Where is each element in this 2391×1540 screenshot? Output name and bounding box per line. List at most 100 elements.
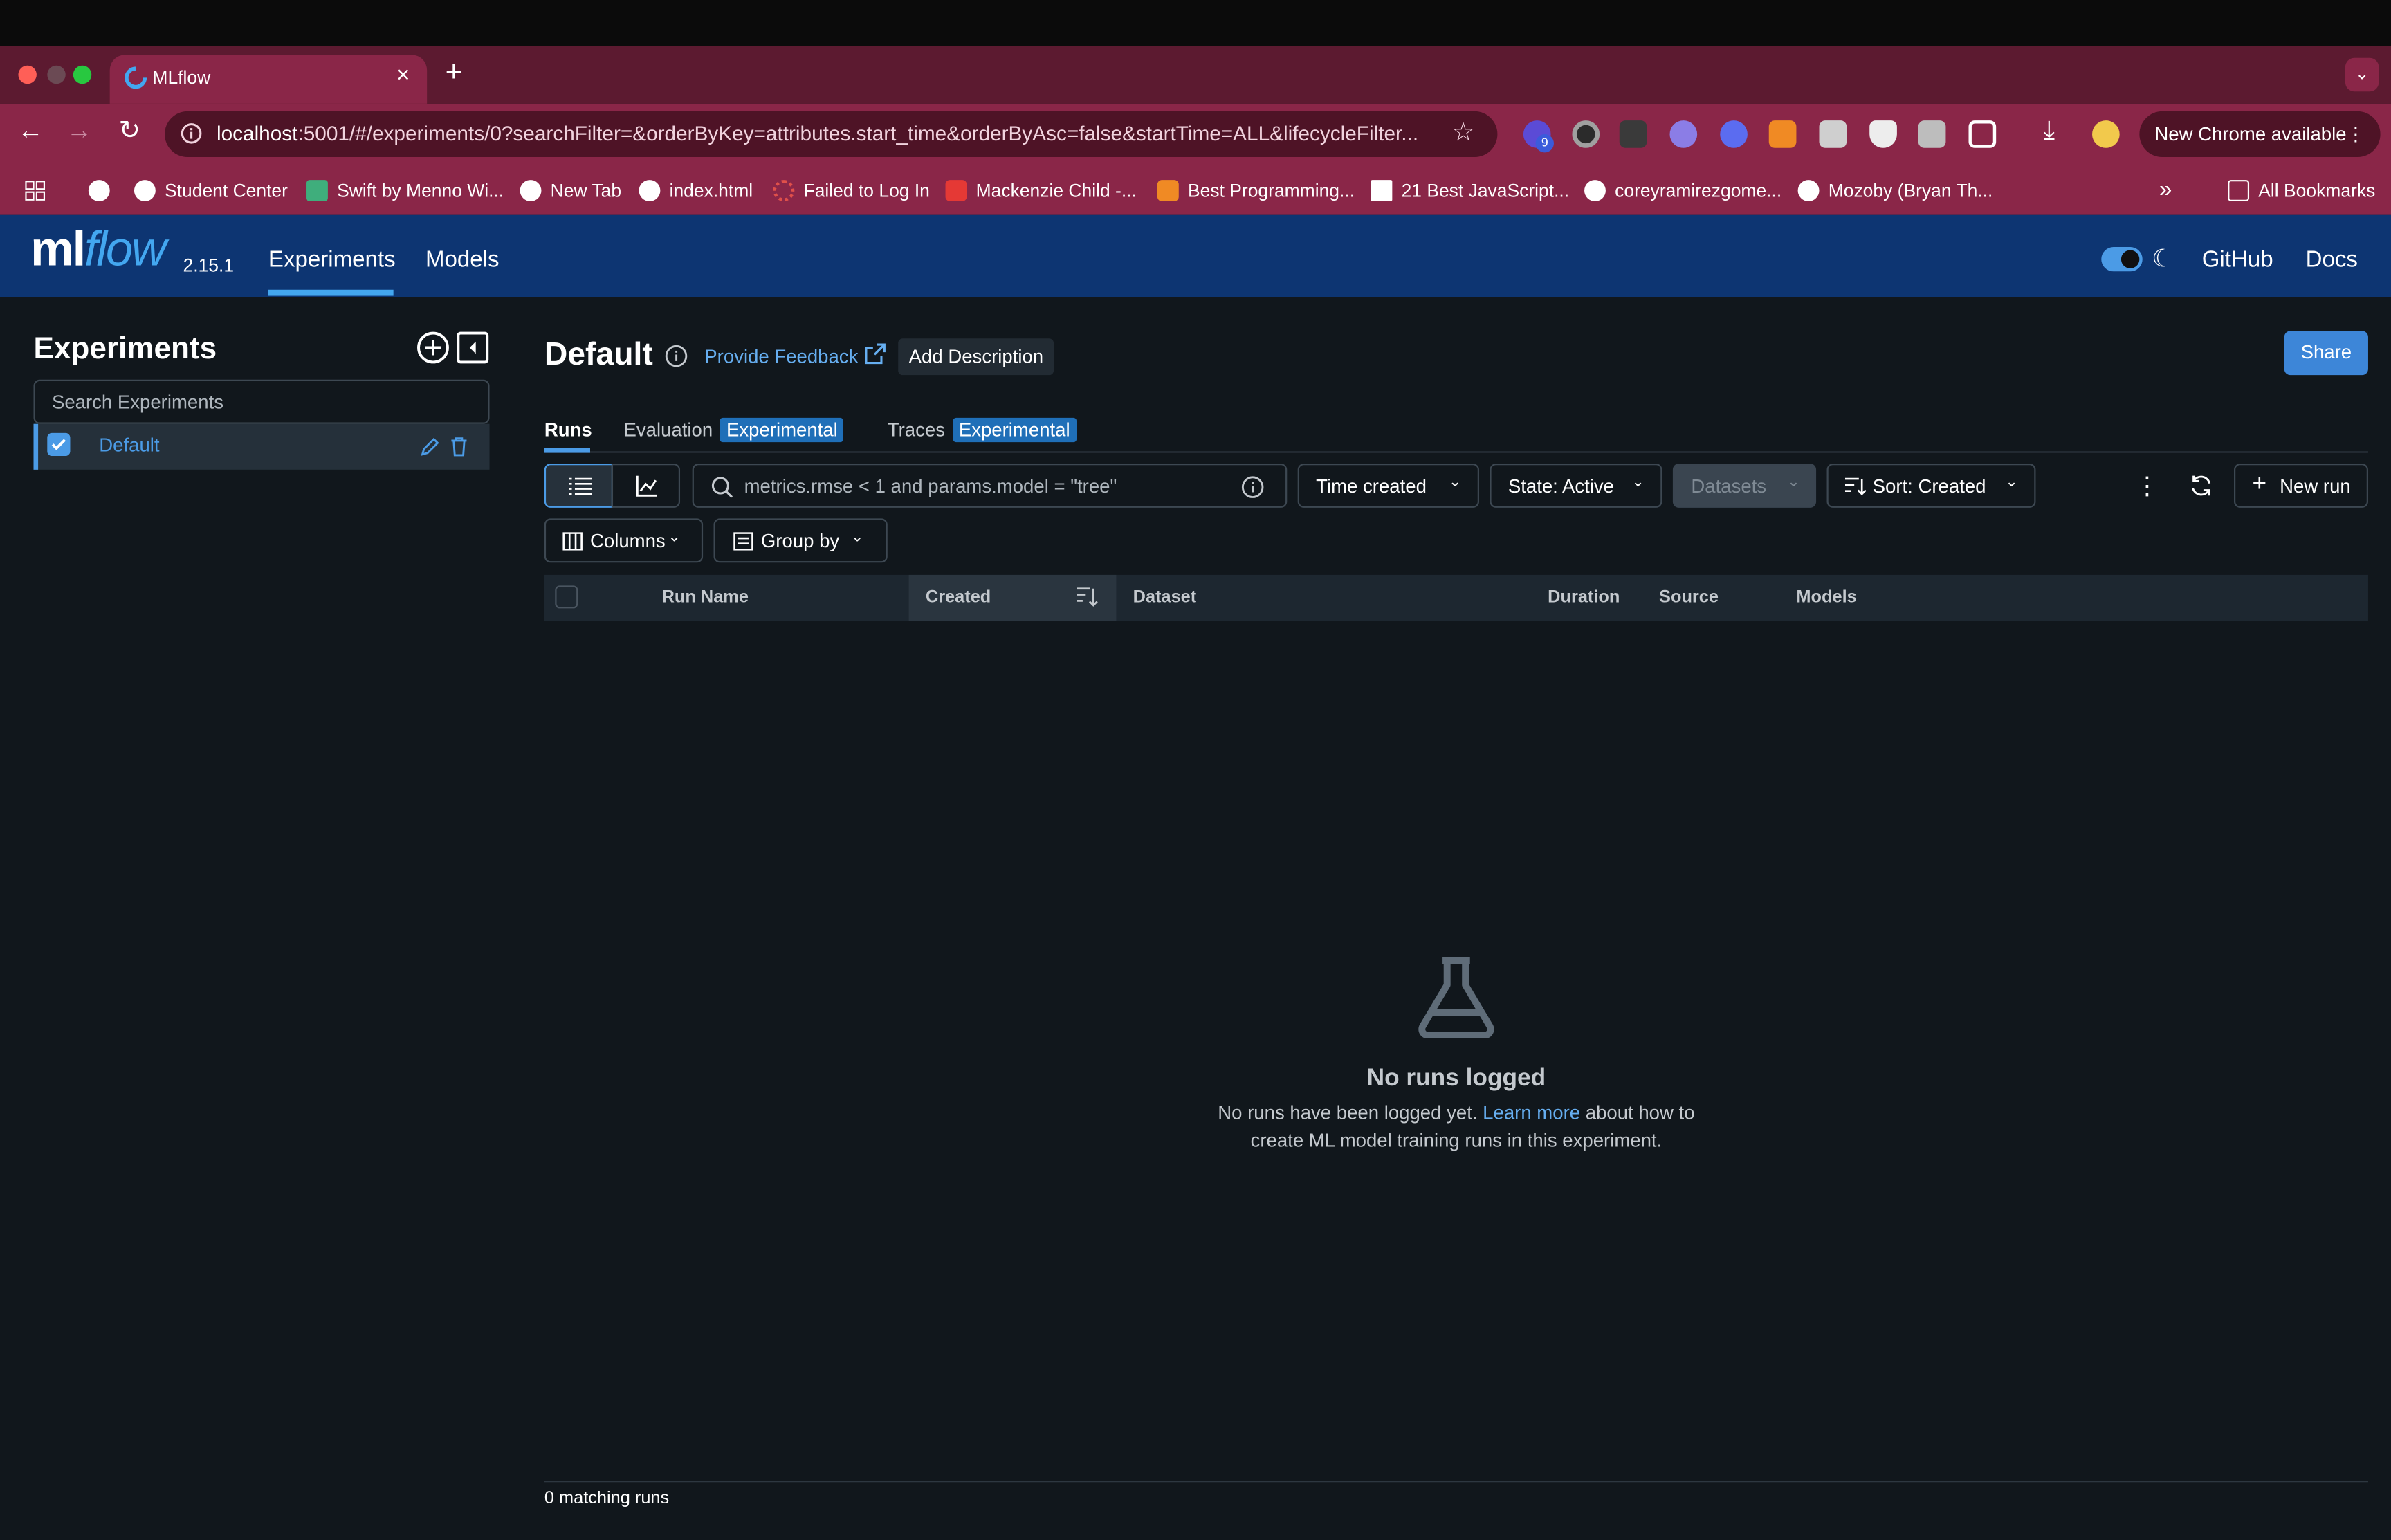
globe-icon <box>134 178 156 201</box>
extension-icon-4[interactable] <box>1669 120 1698 148</box>
sidebar-title: Experiments <box>33 332 217 366</box>
browser-tab-mlflow[interactable]: MLflow × <box>109 55 428 104</box>
back-arrow-icon[interactable]: ← <box>12 116 49 147</box>
add-description-button[interactable]: Add Description <box>898 338 1054 376</box>
collapse-sidebar-icon[interactable] <box>456 331 489 364</box>
extension-icon-2[interactable] <box>1572 120 1600 148</box>
bookmark-star-icon[interactable]: ☆ <box>1451 118 1475 148</box>
select-all-checkbox[interactable] <box>555 585 578 609</box>
nav-experiments[interactable]: Experiments <box>268 247 396 273</box>
sort-descending-icon[interactable] <box>1077 587 1098 607</box>
new-run-label: New run <box>2280 475 2351 497</box>
info-icon[interactable] <box>665 345 688 367</box>
dark-mode-toggle[interactable] <box>2101 247 2143 272</box>
refresh-icon[interactable] <box>2190 474 2213 497</box>
docs-link[interactable]: Docs <box>2306 247 2358 273</box>
add-experiment-icon[interactable] <box>416 331 450 364</box>
kebab-menu-icon[interactable]: ⋮ <box>2135 471 2159 502</box>
tab-evaluation[interactable]: Evaluation Experimental <box>623 417 844 443</box>
chrome-update-button[interactable]: New Chrome available ⋮ <box>2139 111 2381 158</box>
state-select[interactable]: State: Active ⌄ <box>1490 464 1662 508</box>
share-button[interactable]: Share <box>2284 331 2368 376</box>
bookmark-item[interactable]: index.html <box>639 177 753 203</box>
sidebar-item-label: Default <box>99 434 160 456</box>
mlflow-logo[interactable]: mlflow <box>30 221 167 278</box>
tab-traces[interactable]: Traces Experimental <box>888 417 1077 443</box>
chevron-down-icon: ⌄ <box>2005 474 2018 491</box>
bookmark-item[interactable]: Mozoby (Bryan Th... <box>1797 177 1992 203</box>
column-dataset[interactable]: Dataset <box>1133 589 1197 607</box>
tab-active-indicator <box>544 448 590 453</box>
window-minimize-button[interactable] <box>47 65 66 84</box>
search-experiments-placeholder: Search Experiments <box>51 392 224 414</box>
group-by-button[interactable]: Group by ⌄ <box>713 518 888 563</box>
bookmark-item[interactable]: Mackenzie Child -... <box>945 177 1137 203</box>
apps-grid-icon[interactable] <box>24 177 46 203</box>
extension-icon-7[interactable] <box>1819 120 1847 148</box>
bookmark-item[interactable]: Failed to Log In <box>773 177 930 203</box>
bookmark-item[interactable]: coreyramirezgome... <box>1584 177 1781 203</box>
new-run-button[interactable]: + New run <box>2234 464 2368 508</box>
bookmarks-overflow-icon[interactable]: » <box>2159 177 2172 203</box>
chart-view-button[interactable] <box>611 464 681 508</box>
column-models[interactable]: Models <box>1796 589 1856 607</box>
info-icon[interactable] <box>1241 476 1264 499</box>
provide-feedback-link[interactable]: Provide Feedback <box>704 346 858 367</box>
column-duration[interactable]: Duration <box>1548 589 1620 607</box>
nav-models[interactable]: Models <box>425 247 500 273</box>
extension-icon-9[interactable] <box>1918 120 1946 148</box>
download-icon[interactable]: ⤓ <box>2043 116 2055 147</box>
time-created-select[interactable]: Time created ⌄ <box>1297 464 1479 508</box>
profile-avatar[interactable] <box>2092 120 2120 148</box>
github-icon <box>1584 178 1606 201</box>
github-link[interactable]: GitHub <box>2202 247 2273 273</box>
run-search-input[interactable]: metrics.rmse < 1 and params.model = "tre… <box>692 464 1288 508</box>
reload-icon[interactable]: ↻ <box>111 116 148 147</box>
bookmark-globe-icon[interactable] <box>88 177 119 203</box>
learn-more-link[interactable]: Learn more <box>1483 1102 1580 1124</box>
extension-icon-5[interactable] <box>1720 120 1748 148</box>
extension-icon-6[interactable] <box>1768 120 1797 148</box>
globe-icon <box>520 178 542 201</box>
window-close-button[interactable] <box>18 65 37 84</box>
tab-runs[interactable]: Runs <box>544 419 592 441</box>
bookmark-item[interactable]: 21 Best JavaScript... <box>1371 177 1569 203</box>
trash-icon[interactable] <box>450 436 468 457</box>
bookmark-item[interactable]: Swift by Menno Wi... <box>306 177 504 203</box>
bookmark-label: coreyramirezgome... <box>1615 178 1782 201</box>
window-maximize-button[interactable] <box>73 65 92 84</box>
forward-arrow-icon[interactable]: → <box>61 116 98 147</box>
column-source[interactable]: Source <box>1659 589 1719 607</box>
state-label: State: Active <box>1508 475 1615 497</box>
tab-close-icon[interactable]: × <box>396 62 410 88</box>
sort-select[interactable]: Sort: Created ⌄ <box>1826 464 2036 508</box>
columns-button[interactable]: Columns ⌄ <box>544 518 704 563</box>
new-tab-icon[interactable]: + <box>446 57 462 90</box>
all-bookmarks-button[interactable]: All Bookmarks <box>2228 177 2375 203</box>
kebab-menu-icon[interactable]: ⋮ <box>2346 111 2365 157</box>
experiment-title: Default <box>544 337 653 372</box>
table-view-button[interactable] <box>544 464 614 508</box>
external-link-icon[interactable] <box>865 343 886 365</box>
bookmark-favicon-icon <box>1157 178 1179 201</box>
sidebar-item-default[interactable]: Default <box>33 423 490 470</box>
columns-label: Columns <box>589 530 666 552</box>
column-run-name[interactable]: Run Name <box>662 589 749 607</box>
puzzle-extensions-icon[interactable] <box>1968 120 1997 148</box>
checkbox-checked-icon[interactable] <box>47 432 71 456</box>
bookmark-label: Failed to Log In <box>803 178 930 201</box>
tab-search-chevron-icon[interactable]: ⌄ <box>2345 57 2379 92</box>
youtube-icon <box>945 178 967 201</box>
site-info-icon[interactable] <box>180 122 203 145</box>
bookmark-item[interactable]: Best Programming... <box>1157 177 1355 203</box>
datasets-select[interactable]: Datasets ⌄ <box>1672 464 1817 508</box>
bookmark-label: index.html <box>669 178 753 201</box>
search-experiments-input[interactable]: Search Experiments <box>33 379 490 424</box>
edit-pencil-icon[interactable] <box>419 436 441 457</box>
extension-icon-3[interactable] <box>1619 120 1647 148</box>
bookmark-item[interactable]: New Tab <box>520 177 621 203</box>
address-bar[interactable]: localhost:5001/#/experiments/0?searchFil… <box>165 111 1498 158</box>
column-created[interactable]: Created <box>926 589 991 607</box>
bookmark-item[interactable]: Student Center <box>134 177 288 203</box>
shield-icon[interactable] <box>1869 120 1897 148</box>
